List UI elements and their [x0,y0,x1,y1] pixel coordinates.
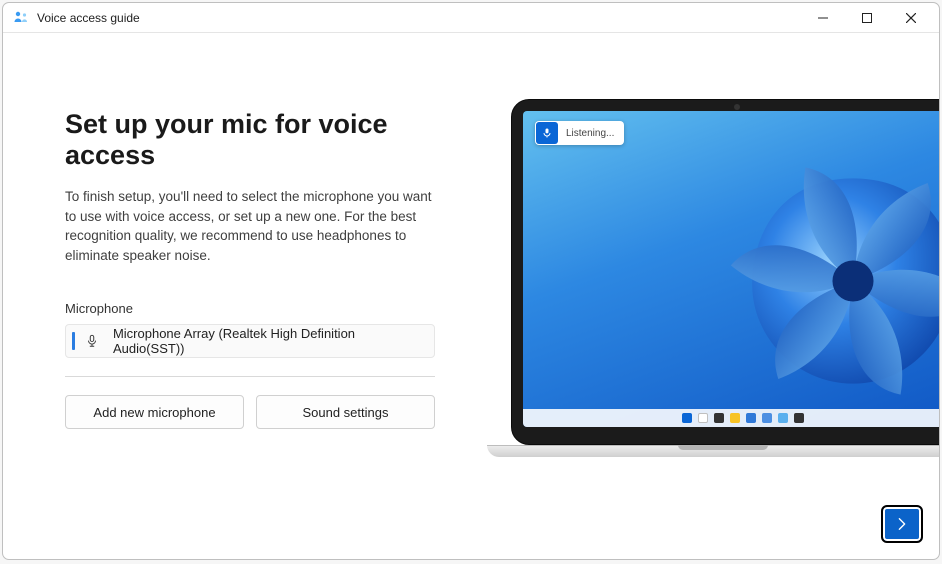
taskbar [523,409,939,427]
divider [65,376,435,377]
voice-access-guide-window: Voice access guide Set up your mic for v… [2,2,940,560]
page-description: To finish setup, you'll need to select t… [65,187,435,265]
microphone-actions: Add new microphone Sound settings [65,395,455,429]
laptop-camera-icon [734,104,740,110]
preview-panel: Listening... [483,33,939,559]
laptop-hinge-notch [678,445,768,450]
mic-level-indicator [72,332,75,350]
taskbar-explorer-icon [730,413,740,423]
taskbar-start-icon [682,413,692,423]
voice-access-app-icon [13,10,29,26]
close-button[interactable] [889,4,933,32]
voice-access-status-pill: Listening... [535,121,624,145]
sound-settings-button[interactable]: Sound settings [256,395,435,429]
taskbar-search-icon [698,413,708,423]
taskbar-app-icon [778,413,788,423]
page-title: Set up your mic for voice access [65,109,455,171]
taskbar-edge-icon [746,413,756,423]
maximize-button[interactable] [845,4,889,32]
next-button[interactable] [881,505,923,543]
status-microphone-icon [536,122,558,144]
laptop-illustration: Listening... [483,99,939,479]
windows-bloom-wallpaper [713,141,939,421]
microphone-label: Microphone [65,301,455,316]
add-new-microphone-button[interactable]: Add new microphone [65,395,244,429]
selected-microphone-name: Microphone Array (Realtek High Definitio… [109,326,426,356]
taskbar-taskview-icon [714,413,724,423]
microphone-selector[interactable]: Microphone Array (Realtek High Definitio… [65,324,435,358]
laptop-screen: Listening... [523,111,939,427]
content-area: Set up your mic for voice access To fini… [3,33,939,559]
taskbar-app2-icon [794,413,804,423]
taskbar-store-icon [762,413,772,423]
window-title: Voice access guide [37,11,140,25]
chevron-right-icon [895,517,909,531]
minimize-button[interactable] [801,4,845,32]
voice-access-status-text: Listening... [566,128,614,139]
setup-panel: Set up your mic for voice access To fini… [3,33,483,559]
titlebar: Voice access guide [3,3,939,33]
microphone-icon [85,334,99,348]
